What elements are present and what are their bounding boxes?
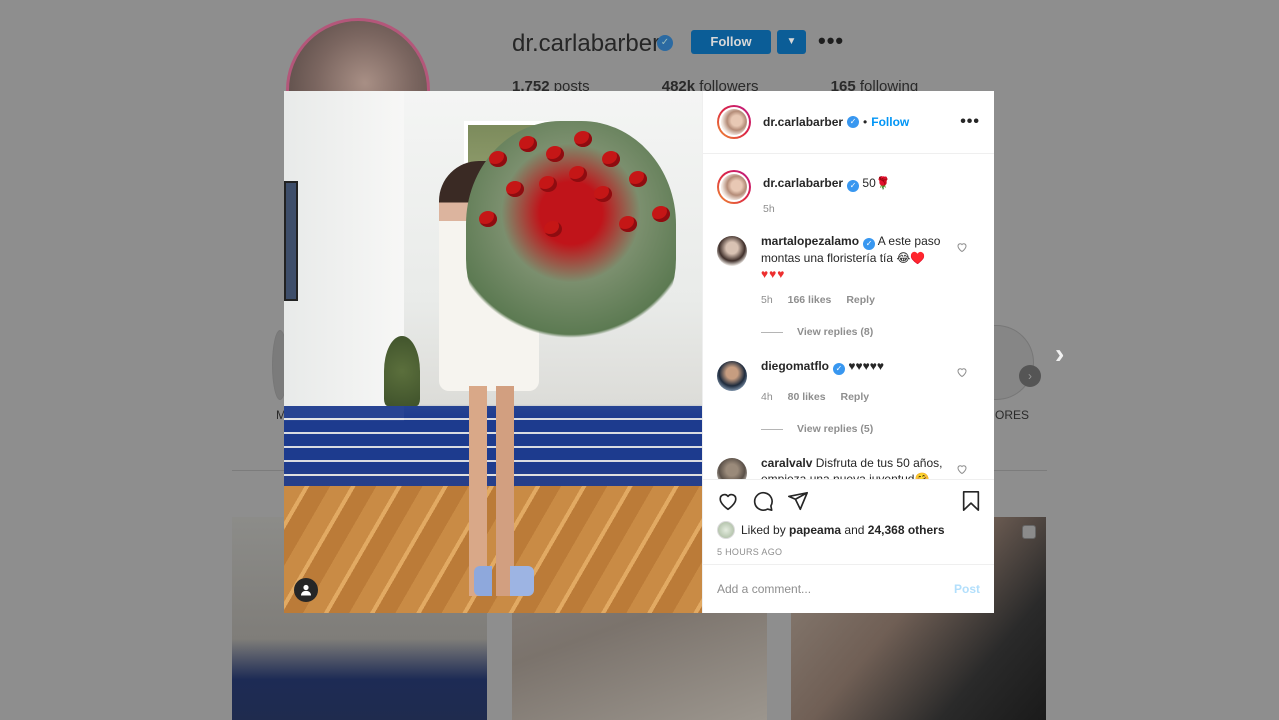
add-comment-bar: Post [703,564,994,613]
liker-username[interactable]: papeama [789,523,841,537]
comment-time[interactable]: 5h [761,294,773,306]
comment-time[interactable]: 4h [761,391,773,403]
verified-icon: ✓ [833,363,845,375]
comment-item: martalopezalamo ✓ A este paso montas una … [717,233,980,308]
commenter-avatar[interactable] [717,458,747,479]
comment-like-heart-icon[interactable] [956,463,968,475]
likes-summary: Liked by papeama and 24,368 others [717,521,980,539]
comment-item: caralvalv Disfruta de tus 50 años, empie… [717,455,980,479]
commenter-avatar[interactable] [717,361,747,391]
follow-button[interactable]: Follow [871,115,909,129]
caption-text: 50🌹 [862,176,891,190]
post-header: dr.carlabarber ✓ • Follow ••• [703,91,994,154]
save-bookmark-icon[interactable] [960,490,982,512]
rose-shape [602,151,620,167]
next-post-arrow-icon[interactable]: › [1055,338,1064,370]
author-avatar[interactable] [717,170,751,204]
multi-post-icon [1022,525,1036,539]
commenter-avatar[interactable] [717,236,747,266]
separator-dot: • [863,115,868,129]
comment-username[interactable]: caralvalv [761,456,812,470]
more-options-icon[interactable]: ••• [960,113,980,131]
post-modal: dr.carlabarber ✓ • Follow ••• dr.carlaba… [284,91,994,613]
caption: dr.carlabarber ✓ 50🌹 5h [717,170,980,217]
story-highlight-right[interactable] [994,325,1034,400]
verified-icon: ✓ [657,35,673,51]
tagged-user-icon[interactable] [294,578,318,602]
post-timestamp[interactable]: 5 HOURS AGO [717,547,980,557]
profile-username: dr.carlabarber [512,30,661,57]
share-icon[interactable] [787,490,809,512]
post-comment-button[interactable]: Post [954,582,980,596]
caption-time[interactable]: 5h [763,203,775,215]
view-replies-button[interactable]: View replies (5) [761,423,980,435]
view-replies-button[interactable]: View replies (8) [761,326,980,338]
rose-shape [569,166,587,182]
comment-likes[interactable]: 166 likes [788,294,832,306]
likes-others-link[interactable]: 24,368 others [868,523,945,537]
author-avatar[interactable] [717,105,751,139]
rose-shape [629,171,647,187]
rose-shape [479,211,497,227]
liker-avatar[interactable] [717,521,735,539]
rose-shape [619,216,637,232]
photo-frame [284,181,298,301]
post-photo[interactable] [284,91,702,613]
story-highlight-right-label: ORES [995,408,1030,422]
rose-shape [652,206,670,222]
rose-shape [506,181,524,197]
rose-shape [594,186,612,202]
more-options-icon[interactable]: ••• [818,28,844,54]
reply-button[interactable]: Reply [840,391,869,403]
comment-icon[interactable] [752,490,774,512]
verified-icon: ✓ [847,116,860,128]
rose-shape [519,136,537,152]
reply-button[interactable]: Reply [846,294,875,306]
rose-shape [539,176,557,192]
comment-item: diegomatflo ✓ ♥♥♥♥♥ 4h 80 likes Reply [717,358,980,405]
comment-username[interactable]: martalopezalamo [761,234,859,248]
photo-plant [384,336,420,406]
comment-text: ♥♥♥♥♥ [848,359,884,373]
rose-shape [489,151,507,167]
post-actions: Liked by papeama and 24,368 others 5 HOU… [703,479,994,564]
comments-list[interactable]: dr.carlabarber ✓ 50🌹 5h martalopezalamo ✓ … [703,154,994,479]
comment-like-heart-icon[interactable] [956,366,968,378]
photo-shoes [474,566,534,596]
rose-shape [574,131,592,147]
rose-shape [544,221,562,237]
comment-username[interactable]: diegomatflo [761,359,829,373]
profile-follow-button[interactable]: Follow [691,30,771,54]
comment-input[interactable] [717,582,954,596]
rose-shape [546,146,564,162]
caption-username[interactable]: dr.carlabarber [763,176,843,190]
photo-legs [469,386,514,596]
post-sidebar: dr.carlabarber ✓ • Follow ••• dr.carlaba… [702,91,994,613]
verified-icon: ✓ [863,238,876,250]
like-heart-icon[interactable] [717,490,739,512]
author-username[interactable]: dr.carlabarber [763,115,843,129]
comment-hearts: ♥♥♥ [761,267,786,281]
suggested-dropdown-button[interactable]: ▼ [777,30,806,54]
highlights-next-icon[interactable]: › [1019,365,1041,387]
verified-icon: ✓ [847,180,860,192]
comment-likes[interactable]: 80 likes [788,391,826,403]
comment-like-heart-icon[interactable] [956,241,968,253]
